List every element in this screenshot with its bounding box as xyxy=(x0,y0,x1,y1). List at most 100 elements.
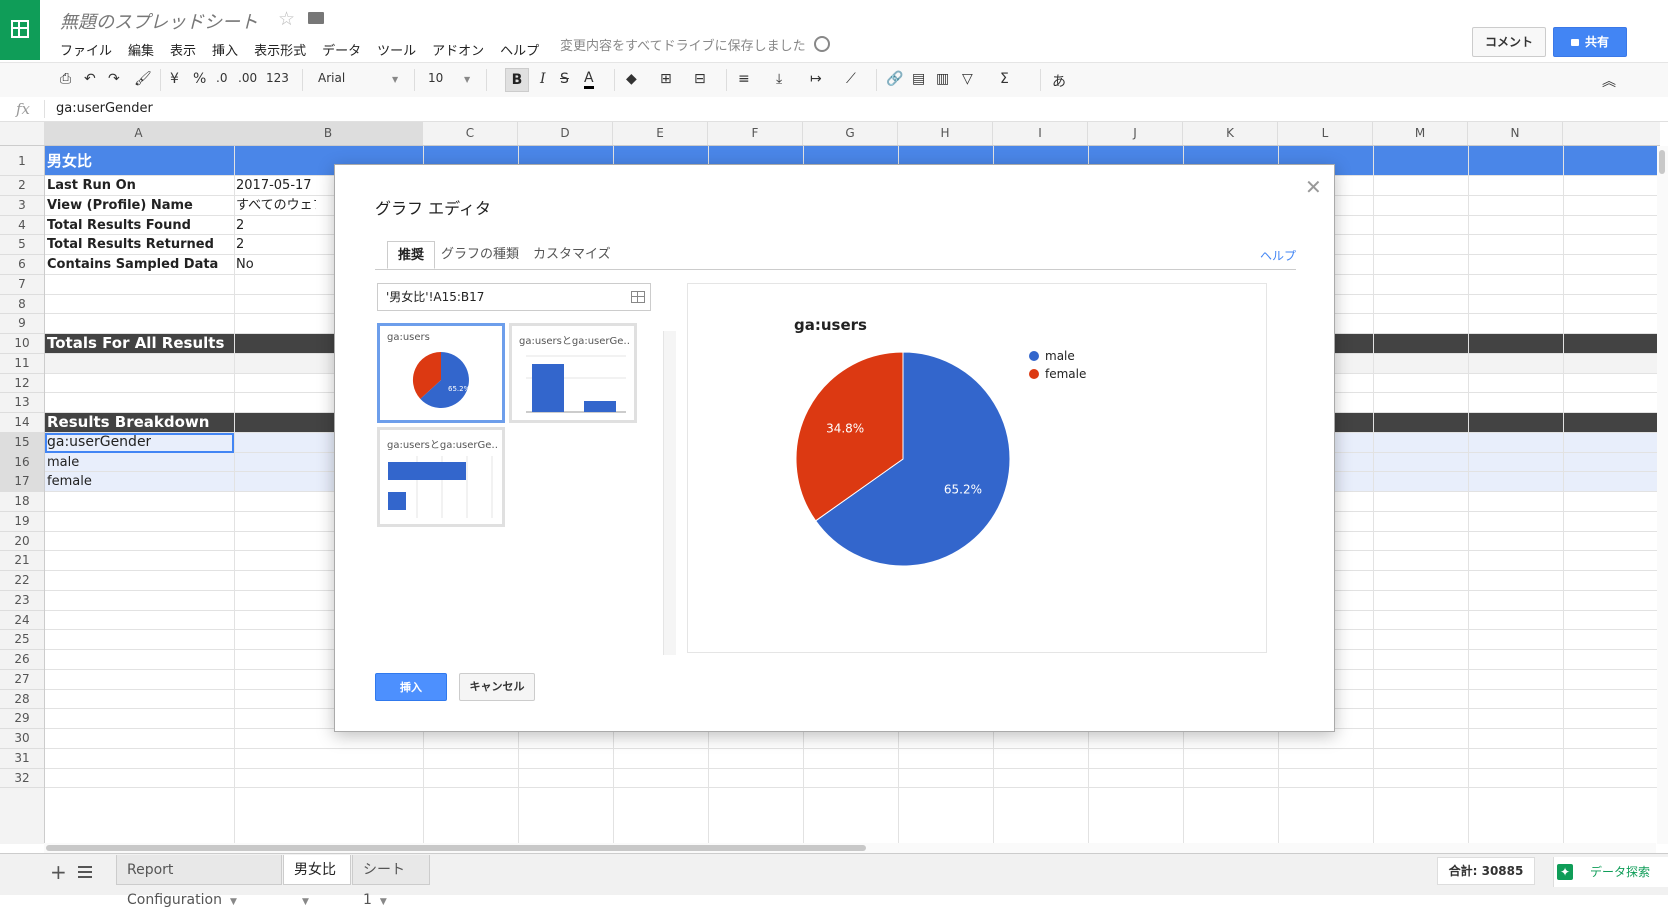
chart-thumbnail-bar[interactable]: ga:usersとga:userGe… xyxy=(377,427,505,527)
value-cell[interactable]: 2 xyxy=(236,235,316,255)
row-header-1[interactable]: 1 xyxy=(0,146,44,176)
row-header-5[interactable]: 5 xyxy=(0,235,44,255)
column-header-m[interactable]: M xyxy=(1373,122,1468,145)
chevron-down-icon[interactable]: ▼ xyxy=(302,897,309,907)
add-sheet-icon[interactable]: + xyxy=(50,860,67,884)
percent-format-button[interactable]: % xyxy=(193,71,206,87)
thumbnail-scrollbar[interactable] xyxy=(663,331,676,655)
chevron-down-icon[interactable]: ▼ xyxy=(380,897,387,907)
text-wrap-icon[interactable]: ↦ xyxy=(810,71,822,87)
sheet-list-icon[interactable] xyxy=(78,866,92,878)
column-header-j[interactable]: J xyxy=(1088,122,1183,145)
column-header-b[interactable]: B xyxy=(234,122,423,145)
row-header-25[interactable]: 25 xyxy=(0,630,44,650)
folder-icon[interactable] xyxy=(308,12,324,24)
menu-insert[interactable]: 挿入 xyxy=(212,40,238,59)
row-header-15[interactable]: 15 xyxy=(0,432,44,453)
merge-cells-icon[interactable]: ⊟ xyxy=(694,71,706,87)
row-header-30[interactable]: 30 xyxy=(0,729,44,749)
banner-title-cell[interactable]: 男女比 xyxy=(47,146,92,176)
data-cell-female[interactable]: female xyxy=(47,472,92,492)
column-header-h[interactable]: H xyxy=(898,122,993,145)
currency-format-button[interactable]: ¥ xyxy=(170,71,179,87)
row-header-13[interactable]: 13 xyxy=(0,393,44,413)
sum-indicator[interactable]: 合計: 30885 xyxy=(1437,857,1535,885)
scrollbar-thumb[interactable] xyxy=(46,845,866,851)
tab-active-sheet[interactable]: 男女比 ▼ xyxy=(283,855,351,907)
chevron-down-icon[interactable]: ▼ xyxy=(464,75,470,84)
formula-input[interactable]: ga:userGender xyxy=(56,101,153,116)
label-cell[interactable]: Total Results Found xyxy=(47,216,232,236)
column-header-a[interactable]: A xyxy=(44,122,234,145)
tab-recommended[interactable]: 推奨 xyxy=(387,241,436,269)
row-header-21[interactable]: 21 xyxy=(0,551,44,571)
menu-format[interactable]: 表示形式 xyxy=(254,40,306,59)
row-header-12[interactable]: 12 xyxy=(0,374,44,394)
close-icon[interactable]: ✕ xyxy=(1305,175,1322,199)
row-header-23[interactable]: 23 xyxy=(0,591,44,611)
horizontal-scrollbar[interactable] xyxy=(44,843,1656,853)
vertical-align-icon[interactable]: ⤓ xyxy=(776,71,782,87)
label-cell[interactable]: View (Profile) Name xyxy=(47,196,232,216)
section-title-cell[interactable]: Results Breakdown xyxy=(47,413,209,433)
comment-icon[interactable]: ▤ xyxy=(912,71,925,87)
row-header-31[interactable]: 31 xyxy=(0,749,44,769)
scrollbar-thumb[interactable] xyxy=(1659,150,1665,174)
tab-report-configuration[interactable]: Report Configuration ▼ xyxy=(116,855,282,908)
increase-decimal-button[interactable]: .00 xyxy=(238,71,257,85)
italic-button[interactable]: I xyxy=(540,71,546,87)
menu-edit[interactable]: 編集 xyxy=(128,40,154,59)
share-button[interactable]: 共有 xyxy=(1553,27,1627,57)
row-header-16[interactable]: 16 xyxy=(0,452,44,473)
menu-view[interactable]: 表示 xyxy=(170,40,196,59)
bold-button[interactable]: B xyxy=(505,68,529,92)
menu-help[interactable]: ヘルプ xyxy=(500,40,539,59)
tab-customize[interactable]: カスタマイズ xyxy=(523,241,621,269)
sheets-logo-icon[interactable] xyxy=(0,0,40,60)
row-header-27[interactable]: 27 xyxy=(0,670,44,690)
row-header-20[interactable]: 20 xyxy=(0,532,44,552)
value-cell[interactable]: すべてのウェブ xyxy=(236,196,316,216)
fill-color-icon[interactable]: ◆ xyxy=(626,71,637,87)
decrease-decimal-button[interactable]: .0 xyxy=(216,71,227,85)
row-header-18[interactable]: 18 xyxy=(0,492,44,512)
undo-icon[interactable]: ↶ xyxy=(84,71,96,87)
save-status[interactable]: 変更内容をすべてドライブに保存しました xyxy=(560,35,806,54)
font-family-select[interactable]: Arial xyxy=(318,71,345,85)
column-header-f[interactable]: F xyxy=(708,122,803,145)
row-header-2[interactable]: 2 xyxy=(0,176,44,196)
column-header-k[interactable]: K xyxy=(1183,122,1278,145)
data-cell-male[interactable]: male xyxy=(47,453,79,473)
row-header-7[interactable]: 7 xyxy=(0,275,44,295)
column-header-g[interactable]: G xyxy=(803,122,898,145)
data-range-input[interactable]: '男女比'!A15:B17 xyxy=(377,283,651,311)
row-header-9[interactable]: 9 xyxy=(0,314,44,334)
cancel-button[interactable]: キャンセル xyxy=(459,673,535,701)
chart-thumbnail-pie[interactable]: ga:users 65.2% xyxy=(377,323,505,423)
column-header-l[interactable]: L xyxy=(1278,122,1373,145)
column-header-e[interactable]: E xyxy=(613,122,708,145)
print-icon[interactable]: ⎙ xyxy=(60,71,71,87)
chart-icon[interactable]: ▥ xyxy=(936,71,949,87)
value-cell[interactable]: No xyxy=(236,255,316,275)
menu-tools[interactable]: ツール xyxy=(377,40,416,59)
input-tools-button[interactable]: あ xyxy=(1052,71,1066,91)
column-header-d[interactable]: D xyxy=(518,122,613,145)
strikethrough-button[interactable]: S xyxy=(560,71,569,87)
row-header-19[interactable]: 19 xyxy=(0,512,44,532)
row-header-14[interactable]: 14 xyxy=(0,413,44,433)
history-icon[interactable] xyxy=(814,36,830,52)
row-header-28[interactable]: 28 xyxy=(0,690,44,710)
row-header-17[interactable]: 17 xyxy=(0,472,44,492)
row-header-10[interactable]: 10 xyxy=(0,334,44,354)
more-formats-button[interactable]: 123 xyxy=(266,71,289,85)
label-cell[interactable]: Last Run On xyxy=(47,176,232,196)
redo-icon[interactable]: ↷ xyxy=(108,71,120,87)
value-cell[interactable]: 2 xyxy=(236,216,316,236)
menu-file[interactable]: ファイル xyxy=(60,40,112,59)
row-header-29[interactable]: 29 xyxy=(0,709,44,729)
vertical-scrollbar[interactable] xyxy=(1657,146,1668,844)
menu-addons[interactable]: アドオン xyxy=(432,40,484,59)
row-header-22[interactable]: 22 xyxy=(0,571,44,591)
value-cell[interactable]: 2017-05-17 16 xyxy=(236,176,316,196)
